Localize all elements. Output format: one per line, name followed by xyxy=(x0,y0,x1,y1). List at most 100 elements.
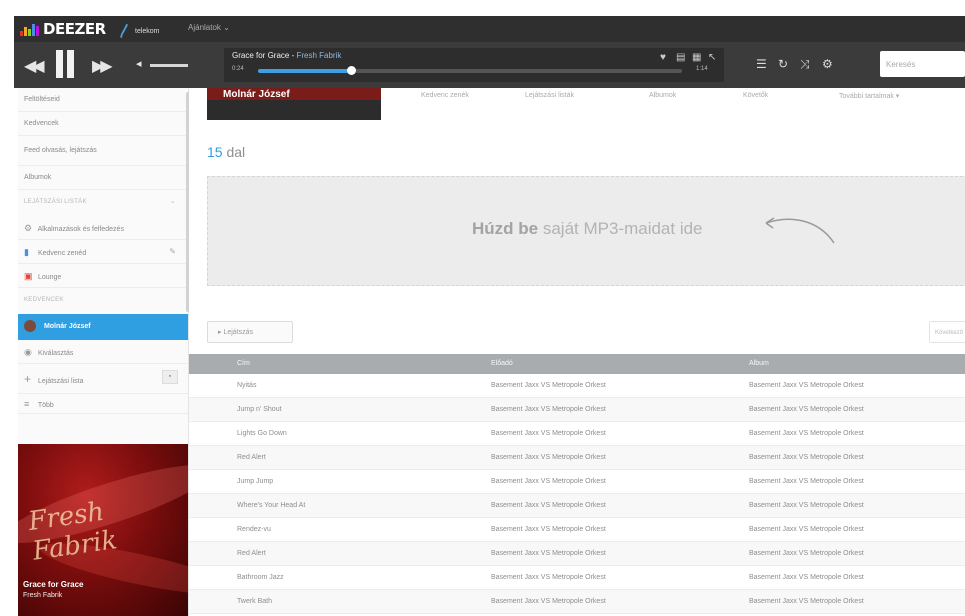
album-cell[interactable]: Basement Jaxx VS Metropole Orkest xyxy=(749,590,864,614)
track-title-cell[interactable]: Red Alert xyxy=(237,542,266,566)
sidebar-item-more[interactable]: ≡ Több xyxy=(18,394,188,414)
column-header-album[interactable]: Album xyxy=(749,354,769,374)
artist-cell[interactable]: Basement Jaxx VS Metropole Orkest xyxy=(491,446,606,470)
sidebar-item-label: Albumok xyxy=(24,174,52,181)
sidebar-item-favourite-music[interactable]: ▮ Kedvenc zenéd ✎ xyxy=(18,240,188,264)
progress-bar[interactable] xyxy=(258,66,682,75)
logo-bar xyxy=(28,29,31,36)
folder-icon[interactable]: ▪ xyxy=(162,370,178,384)
artist-cell[interactable]: Basement Jaxx VS Metropole Orkest xyxy=(491,470,606,494)
heart-icon[interactable]: ♥ xyxy=(660,52,666,63)
plus-icon: + xyxy=(24,372,32,386)
track-title-cell[interactable]: Bathroom Jazz xyxy=(237,566,284,590)
account-menu[interactable]: Ajánlatok ⌄ xyxy=(188,23,230,32)
track-title-cell[interactable]: Twerk Bath xyxy=(237,590,272,614)
album-cell[interactable]: Basement Jaxx VS Metropole Orkest xyxy=(749,422,864,446)
track-title-cell[interactable]: Jump Jump xyxy=(237,470,273,494)
time-total: 1:14 xyxy=(696,66,708,72)
track-title-cell[interactable]: Jump n' Shout xyxy=(237,398,282,422)
artist-cell[interactable]: Basement Jaxx VS Metropole Orkest xyxy=(491,542,606,566)
share-icon[interactable]: ↖ xyxy=(708,52,716,63)
next-page-button[interactable]: Következő xyxy=(929,321,965,343)
volume-icon[interactable]: ◂ xyxy=(136,57,142,70)
mp3-dropzone[interactable]: Húzd be saját MP3-maidat ide xyxy=(207,176,965,286)
table-row[interactable]: Where's Your Head At Basement Jaxx VS Met… xyxy=(189,494,965,518)
sidebar-item-apps[interactable]: ⚙ Alkalmazások és felfedezés xyxy=(18,216,188,240)
album-cell[interactable]: Basement Jaxx VS Metropole Orkest xyxy=(749,470,864,494)
sidebar-item-lounge[interactable]: ▣ Lounge xyxy=(18,264,188,288)
deezer-logo[interactable]: DEEZER xyxy=(20,20,106,38)
album-cell[interactable]: Basement Jaxx VS Metropole Orkest xyxy=(749,542,864,566)
sidebar-item-add-playlist[interactable]: + Lejátszási lista ▪ xyxy=(18,364,188,394)
table-row[interactable]: Jump n' Shout Basement Jaxx VS Metropole … xyxy=(189,398,965,422)
radio-icon: ◉ xyxy=(24,347,32,357)
artist-cell[interactable]: Basement Jaxx VS Metropole Orkest xyxy=(491,494,606,518)
dropzone-text: Húzd be saját MP3-maidat ide xyxy=(472,219,703,239)
sidebar-item-label: Alkalmazások és felfedezés xyxy=(37,226,124,233)
repeat-icon[interactable]: ↻ xyxy=(778,57,788,71)
table-row[interactable]: Red Alert Basement Jaxx VS Metropole Orke… xyxy=(189,542,965,566)
sidebar-item-albums[interactable]: Albumok xyxy=(18,166,188,190)
sidebar-item-uploads[interactable]: Feltöltéseid xyxy=(18,88,188,112)
album-cell[interactable]: Basement Jaxx VS Metropole Orkest xyxy=(749,518,864,542)
gear-icon: ⚙ xyxy=(24,223,33,233)
artist-cell[interactable]: Basement Jaxx VS Metropole Orkest xyxy=(491,566,606,590)
tab-favourite-tracks[interactable]: Kedvenc zenék xyxy=(421,92,469,99)
track-title-cell[interactable]: Lights Go Down xyxy=(237,422,287,446)
now-playing-cover[interactable]: Fresh Fabrik Grace for Grace Fresh Fabri… xyxy=(18,444,188,616)
chevron-down-icon[interactable]: ⌄ xyxy=(170,192,176,212)
table-row[interactable]: Rendez-vu Basement Jaxx VS Metropole Orke… xyxy=(189,518,965,542)
column-header-artist[interactable]: Előadó xyxy=(491,354,513,374)
table-row[interactable]: Red Alert Basement Jaxx VS Metropole Orke… xyxy=(189,446,965,470)
artist-cell[interactable]: Basement Jaxx VS Metropole Orkest xyxy=(491,422,606,446)
artist-cell[interactable]: Basement Jaxx VS Metropole Orkest xyxy=(491,590,606,614)
table-row[interactable]: Twerk Bath Basement Jaxx VS Metropole Ork… xyxy=(189,590,965,614)
tab-playlists[interactable]: Lejátszási listák xyxy=(525,92,574,99)
volume-slider[interactable] xyxy=(150,64,188,67)
artist-banner[interactable]: Molnár József xyxy=(207,88,381,120)
cart-icon[interactable]: ▦ xyxy=(692,52,701,63)
sidebar-item-feed[interactable]: Feed olvasás, lejátszás xyxy=(18,136,188,166)
add-to-playlist-icon[interactable]: ▤ xyxy=(676,52,685,63)
track-title-cell[interactable]: Red Alert xyxy=(237,446,266,470)
album-cell[interactable]: Basement Jaxx VS Metropole Orkest xyxy=(749,398,864,422)
column-header-title[interactable]: Cím xyxy=(237,354,250,374)
shuffle-icon[interactable]: ⤨ xyxy=(800,57,810,72)
play-all-button[interactable]: ▸ Lejátszás xyxy=(207,321,293,343)
table-row[interactable]: Nyitás Basement Jaxx VS Metropole Orkest B… xyxy=(189,374,965,398)
partner-logo: 〳 telekom xyxy=(118,21,160,41)
artist-cell[interactable]: Basement Jaxx VS Metropole Orkest xyxy=(491,398,606,422)
track-title-cell[interactable]: Where's Your Head At xyxy=(237,494,305,518)
sidebar-item-selection[interactable]: ◉ Kiválasztás xyxy=(18,340,188,364)
track-title-cell[interactable]: Nyitás xyxy=(237,374,256,398)
next-track-icon[interactable]: ▶▶ xyxy=(92,56,113,76)
tab-followers[interactable]: Követők xyxy=(743,92,768,99)
pin-icon[interactable]: ✎ xyxy=(169,240,176,263)
artist-cell[interactable]: Basement Jaxx VS Metropole Orkest xyxy=(491,374,606,398)
artist-cell[interactable]: Basement Jaxx VS Metropole Orkest xyxy=(491,518,606,542)
tab-albums[interactable]: Albumok xyxy=(649,92,676,99)
pause-button[interactable] xyxy=(54,50,76,78)
sidebar-item-favourites[interactable]: Kedvencek xyxy=(18,112,188,136)
album-cell[interactable]: Basement Jaxx VS Metropole Orkest xyxy=(749,494,864,518)
equalizer-icon[interactable]: ⚙ xyxy=(822,57,833,71)
search-input[interactable] xyxy=(880,51,965,77)
album-cell[interactable]: Basement Jaxx VS Metropole Orkest xyxy=(749,446,864,470)
telekom-swoosh-icon: 〳 xyxy=(118,23,132,39)
track-artist[interactable]: Fresh Fabrik xyxy=(296,51,341,60)
previous-track-icon[interactable]: ◀◀ xyxy=(24,56,45,76)
tab-more[interactable]: További tartalmak ▾ xyxy=(839,92,899,100)
progress-handle[interactable] xyxy=(347,66,357,75)
table-row[interactable]: Jump Jump Basement Jaxx VS Metropole Orke… xyxy=(189,470,965,494)
queue-icon[interactable]: ☰ xyxy=(756,57,767,71)
album-cell[interactable]: Basement Jaxx VS Metropole Orkest xyxy=(749,566,864,590)
table-row[interactable]: Bathroom Jazz Basement Jaxx VS Metropole … xyxy=(189,566,965,590)
track-title-cell[interactable]: Rendez-vu xyxy=(237,518,271,542)
sidebar: Feltöltéseid Kedvencek Feed olvasás, lej… xyxy=(18,88,190,616)
logo-bar xyxy=(24,27,27,36)
sidebar-item-molnar-jozsef[interactable]: Molnár József xyxy=(18,314,188,340)
album-cell[interactable]: Basement Jaxx VS Metropole Orkest xyxy=(749,374,864,398)
avatar xyxy=(24,320,36,333)
track-title[interactable]: Grace for Grace xyxy=(232,51,289,60)
table-row[interactable]: Lights Go Down Basement Jaxx VS Metropole… xyxy=(189,422,965,446)
